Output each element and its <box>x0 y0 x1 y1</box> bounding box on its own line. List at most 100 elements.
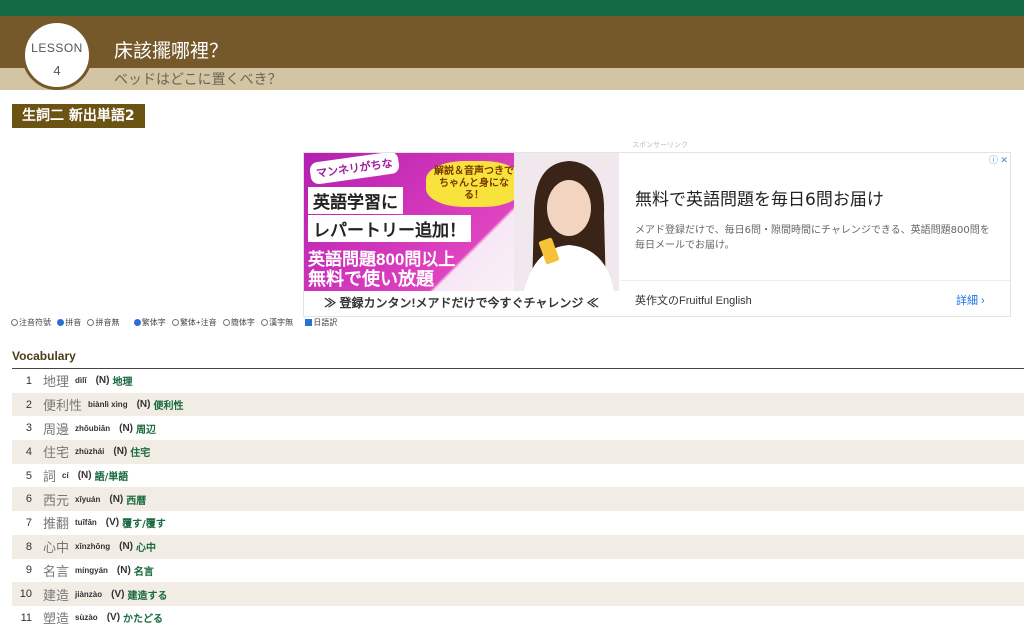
radio-icon <box>261 319 269 326</box>
item-meaning: 周辺 <box>136 424 157 436</box>
item-pinyin: sùzào <box>75 613 98 623</box>
list-item: 9 名言 míngyán (N) 名言 <box>12 559 1024 583</box>
radio-icon <box>133 319 141 326</box>
option-zhuyin[interactable]: 注音符號 <box>11 317 51 328</box>
item-number: 8 <box>25 540 32 553</box>
item-pos: (N) <box>119 541 134 553</box>
item-pinyin: dìlǐ <box>75 376 87 386</box>
option-no-pinyin[interactable]: 拼音無 <box>87 317 119 328</box>
item-pinyin: biànlì xìng <box>88 400 128 410</box>
item-pinyin: zhōubiān <box>75 423 111 433</box>
item-number: 4 <box>25 445 32 458</box>
item-pos: (V) <box>106 612 121 624</box>
item-hanzi[interactable]: 塑造 <box>43 608 69 627</box>
ad-image-bubble: マンネリがちな <box>308 153 400 186</box>
item-pos: (V) <box>105 517 120 529</box>
item-number: 1 <box>25 374 32 387</box>
item-meaning: かたどる <box>123 614 164 626</box>
list-item: 7 推翻 tuīfān (V) 覆す/覆す <box>12 511 1024 535</box>
item-meaning: 覆す/覆す <box>122 519 166 531</box>
item-hanzi[interactable]: 建造 <box>43 585 69 604</box>
page-title: 床該擺哪裡？ <box>114 40 229 62</box>
lesson-badge: LESSON 4 <box>22 20 92 90</box>
ad-brand[interactable]: 英作文のFruitful English <box>635 292 752 308</box>
list-item: 4 住宅 zhùzhái (N) 住宅 <box>12 440 1024 464</box>
vocab-heading: Vocabulary <box>12 349 76 363</box>
checkbox-icon <box>305 319 313 326</box>
item-number: 6 <box>25 493 32 506</box>
option-simplified[interactable]: 簡体字 <box>222 317 255 328</box>
lesson-number: 4 <box>53 63 61 78</box>
option-pinyin[interactable]: 拼音 <box>57 317 81 328</box>
item-hanzi[interactable]: 周邊 <box>43 419 69 438</box>
item-pos: (N) <box>109 493 124 505</box>
item-hanzi[interactable]: 心中 <box>43 537 69 556</box>
item-pinyin: jiànzào <box>75 589 103 599</box>
lesson-label: LESSON <box>31 41 83 55</box>
ad-image[interactable]: マンネリがちな 解説＆音声つきでちゃんと身になる！ 英語学習に レパートリー追加… <box>304 153 619 316</box>
woman-photo-icon <box>514 153 619 291</box>
ad-cta[interactable]: ≫ 登録カンタン!メアドだけで今すぐチャレンジ ≪ <box>304 291 619 316</box>
item-pinyin: míngyán <box>75 565 108 575</box>
adchoices-icon[interactable]: ⓘ ✕ <box>989 153 1008 166</box>
item-number: 7 <box>25 516 32 529</box>
item-pos: (N) <box>77 470 92 482</box>
item-hanzi[interactable]: 西元 <box>43 490 69 509</box>
ad-banner[interactable]: マンネリがちな 解説＆音声つきでちゃんと身になる！ 英語学習に レパートリー追加… <box>303 152 1011 317</box>
page-subtitle: ベッドはどこに置くべき？ <box>114 72 282 88</box>
item-pos: (N) <box>95 375 110 387</box>
top-bar <box>0 0 1024 16</box>
item-number: 3 <box>25 422 32 435</box>
radio-icon <box>11 319 18 326</box>
list-item: 6 西元 xīyuán (N) 西暦 <box>12 487 1024 512</box>
section-label: 生詞二 新出単語2 <box>12 104 145 128</box>
item-number: 2 <box>25 398 32 411</box>
item-meaning: 地理 <box>112 377 133 389</box>
ad-title[interactable]: 無料で英語問題を毎日6問お届け <box>635 185 884 210</box>
item-pinyin: tuīfān <box>75 518 97 528</box>
item-pinyin: zhùzhái <box>75 447 105 457</box>
option-japanese-translation[interactable]: 日語訳 <box>305 317 337 328</box>
item-hanzi[interactable]: 推翻 <box>43 513 69 532</box>
item-pos: (N) <box>136 399 151 411</box>
ad-image-line-1: 英語学習に <box>308 187 403 214</box>
item-hanzi[interactable]: 住宅 <box>43 442 69 461</box>
list-item: 3 周邊 zhōubiān (N) 周辺 <box>12 416 1024 440</box>
radio-icon <box>87 319 95 326</box>
item-hanzi[interactable]: 地理 <box>43 371 69 390</box>
item-pinyin: xīnzhōng <box>75 542 111 552</box>
list-item: 2 便利性 biànlì xìng (N) 便利性 <box>12 392 1024 417</box>
list-item: 10 建造 jiànzào (V) 建造する <box>12 582 1024 606</box>
item-pos: (N) <box>116 564 131 576</box>
ad-image-line-2: レパートリー追加！ <box>308 215 471 242</box>
option-traditional[interactable]: 繁体字 <box>133 317 166 328</box>
item-number: 11 <box>20 611 32 624</box>
item-hanzi[interactable]: 便利性 <box>43 395 82 414</box>
list-item: 1 地理 dìlǐ (N) 地理 <box>12 369 1024 393</box>
ad-image-line-4: 無料で使い放題 <box>308 269 434 289</box>
item-meaning: 住宅 <box>130 448 151 460</box>
list-item: 11 塑造 sùzào (V) かたどる <box>12 606 1024 630</box>
radio-icon <box>57 319 65 326</box>
list-item: 8 心中 xīnzhōng (N) 心中 <box>12 534 1024 559</box>
item-number: 9 <box>25 564 32 577</box>
ad-divider <box>620 280 1010 281</box>
item-hanzi[interactable]: 名言 <box>43 561 69 580</box>
item-pos: (N) <box>119 422 134 434</box>
display-options: 注音符號 拼音 拼音無 繁体字 繁体+注音 簡体字 漢字無 日語訳 <box>11 317 341 328</box>
item-meaning: 名言 <box>133 566 154 578</box>
option-no-hanzi[interactable]: 漢字無 <box>261 317 293 328</box>
item-meaning: 心中 <box>136 543 157 555</box>
option-traditional-zhuyin[interactable]: 繁体+注音 <box>171 317 217 328</box>
item-hanzi[interactable]: 詞 <box>43 466 56 485</box>
ad-image-bubble-2: 解説＆音声つきでちゃんと身になる！ <box>426 161 522 207</box>
item-pinyin: cí <box>62 471 69 481</box>
item-pos: (V) <box>111 588 125 600</box>
list-item: 5 詞 cí (N) 語/単語 <box>12 464 1024 488</box>
item-meaning: 西暦 <box>126 495 147 507</box>
vocab-list: 1 地理 dìlǐ (N) 地理 2 便利性 biànlì xìng (N) 便利性 3 周邊 zh… <box>12 369 1024 630</box>
sponsor-label: スポンサーリンク <box>632 142 688 149</box>
ad-more-button[interactable]: 詳細 › <box>956 292 985 308</box>
item-number: 5 <box>25 469 32 482</box>
item-pos: (N) <box>113 446 128 458</box>
